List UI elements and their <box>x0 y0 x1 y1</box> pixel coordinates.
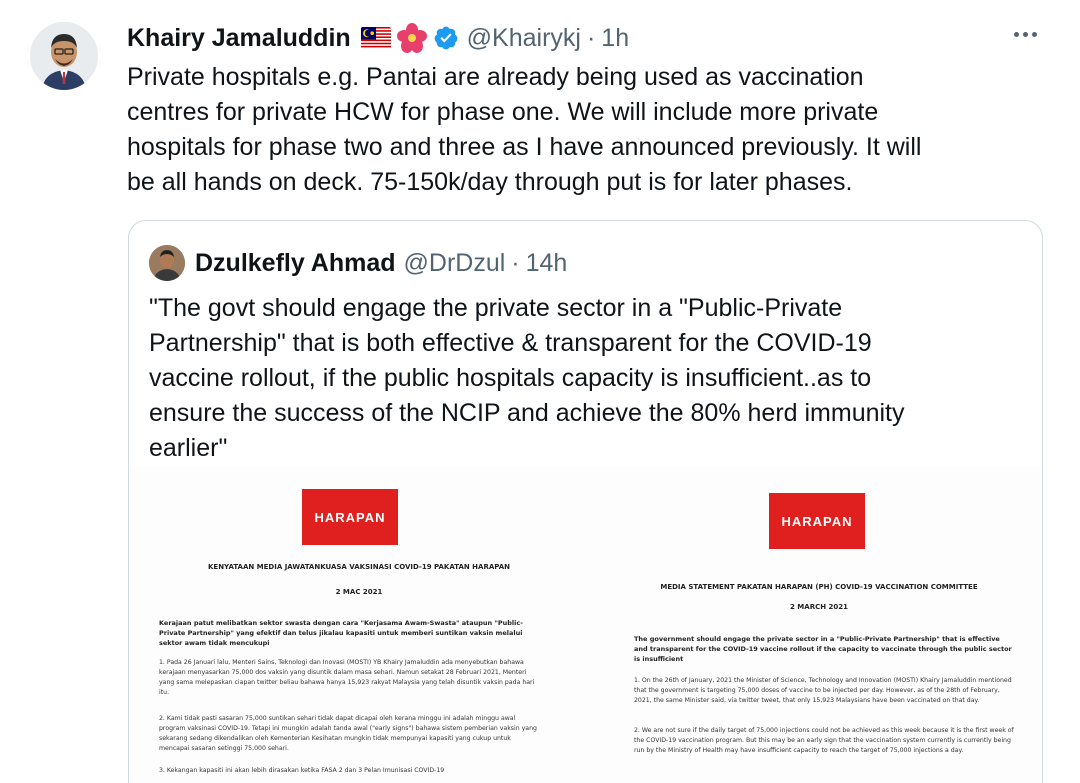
author-name[interactable]: Khairy Jamaluddin <box>127 24 351 53</box>
tweet-header: Khairy Jamaluddin @Khairykj · 1h <box>127 18 629 58</box>
document-title: KENYATAAN MEDIA JAWATANKUASA VAKSINASI C… <box>207 563 511 571</box>
quoted-separator-dot: · <box>511 248 520 277</box>
quoted-author-handle[interactable]: @DrDzul <box>404 249 506 278</box>
document-date: 2 MARCH 2021 <box>790 603 848 611</box>
tweet-text: Private hospitals e.g. Pantai are alread… <box>127 63 922 196</box>
tweet-time[interactable]: 1h <box>601 24 629 53</box>
quoted-tweet-header: Dzulkefly Ahmad @DrDzul · 14h <box>149 243 567 283</box>
document-paragraph: 2. We are not sure if the daily target o… <box>634 727 1014 754</box>
quoted-tweet-time[interactable]: 14h <box>526 249 568 278</box>
more-dot <box>1022 31 1028 37</box>
quoted-tweet-text: "The govt should engage the private sect… <box>149 294 905 462</box>
author-avatar[interactable] <box>30 22 98 90</box>
document-image-english[interactable]: HARAPAN MEDIA STATEMENT PAKATAN HARAPAN … <box>589 466 1029 783</box>
tweet[interactable]: Khairy Jamaluddin @Khairykj · 1h Private… <box>0 0 1080 783</box>
harapan-logo: HARAPAN <box>769 493 865 549</box>
document-image-malay[interactable]: HARAPAN KENYATAAN MEDIA JAWATANKUASA VAK… <box>129 466 569 783</box>
quoted-author-avatar[interactable] <box>149 245 185 281</box>
document-paragraph: 1. On the 26th of January, 2021 the Mini… <box>634 677 1012 704</box>
quoted-author-name[interactable]: Dzulkefly Ahmad <box>195 249 396 278</box>
document-paragraph: 3. Kekangan kapasiti ini akan lebih dira… <box>159 767 445 774</box>
more-options-icon[interactable] <box>1010 24 1040 44</box>
malaysia-flag-icon <box>360 27 391 49</box>
more-dot <box>1013 31 1019 37</box>
verified-badge-icon <box>433 25 459 51</box>
more-dot <box>1031 31 1037 37</box>
quoted-tweet[interactable]: Dzulkefly Ahmad @DrDzul · 14h "The govt … <box>128 220 1043 783</box>
hibiscus-icon <box>396 23 427 53</box>
document-date: 2 MAC 2021 <box>335 588 383 596</box>
document-lead: The government should engage the private… <box>634 635 1012 663</box>
separator-dot: · <box>586 23 596 52</box>
document-paragraph: 1. Pada 26 Januari lalu, Menteri Sains, … <box>159 659 535 696</box>
attached-images[interactable]: HARAPAN KENYATAAN MEDIA JAWATANKUASA VAK… <box>129 466 1042 783</box>
document-lead: Kerajaan patut melibatkan sektor swasta … <box>159 619 523 647</box>
document-title: MEDIA STATEMENT PAKATAN HARAPAN (PH) COV… <box>660 583 978 591</box>
author-handle[interactable]: @Khairykj <box>467 24 581 53</box>
harapan-logo: HARAPAN <box>302 489 398 545</box>
document-paragraph: 2. Kami tidak pasti sasaran 75,000 sunti… <box>159 715 537 752</box>
